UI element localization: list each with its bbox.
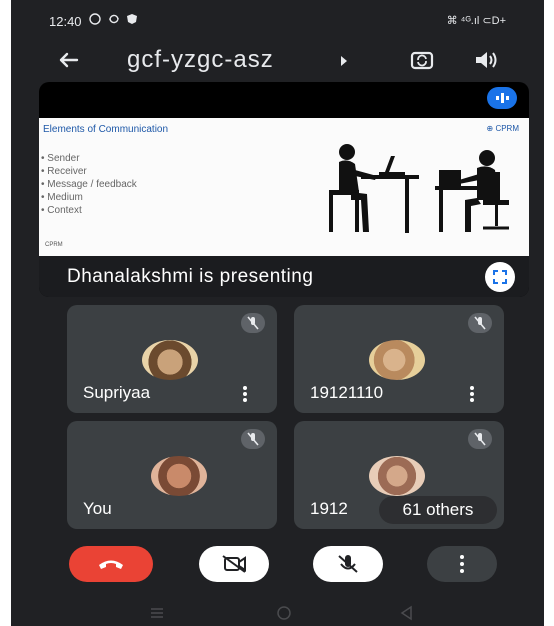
participant-tile[interactable]: Supriyaa: [67, 305, 277, 413]
avatar: [369, 340, 425, 380]
notification-icons: [89, 13, 138, 28]
fullscreen-button[interactable]: [485, 262, 515, 292]
participant-name: 19121110: [310, 383, 384, 402]
slide-bullet: Sender: [41, 152, 137, 165]
mic-off-icon: [247, 316, 259, 330]
slide-illustration-silhouettes: [329, 144, 509, 233]
more-options-icon[interactable]: [243, 386, 247, 402]
meeting-top-bar: gcf-yzgc-asz: [11, 40, 544, 80]
camera-toggle-button[interactable]: [199, 546, 269, 582]
participant-tile[interactable]: You: [67, 421, 277, 529]
others-count-badge[interactable]: 61 others: [379, 496, 497, 524]
avatar: [151, 456, 207, 496]
presenting-banner: Dhanalakshmi is presenting: [39, 256, 529, 297]
mic-off-icon: [474, 316, 486, 330]
mic-off-indicator: [468, 313, 492, 333]
mic-off-icon: [338, 555, 358, 573]
fullscreen-icon: [493, 270, 507, 284]
slide-logo: ⊕ CPRM: [486, 124, 519, 133]
shield-icon: [127, 14, 138, 24]
back-arrow-icon[interactable]: [55, 46, 83, 74]
slide-bullet: Receiver: [41, 165, 137, 178]
avatar: [369, 456, 425, 496]
presentation-indicator-icon: [496, 93, 509, 103]
slide-bullet: Message / feedback: [41, 178, 137, 191]
participant-name: You: [83, 499, 112, 518]
mic-off-indicator: [468, 429, 492, 449]
recents-icon[interactable]: [149, 606, 165, 620]
switch-camera-icon[interactable]: [409, 47, 435, 73]
presentation-panel: Elements of Communication ⊕ CPRM Sender …: [39, 82, 529, 297]
android-nav-bar: [11, 600, 544, 626]
mic-off-icon: [474, 432, 486, 446]
more-options-button[interactable]: [427, 546, 497, 582]
back-nav-icon[interactable]: [399, 605, 415, 621]
slide-footer: CPRM: [45, 242, 63, 248]
hang-up-icon: [99, 560, 123, 569]
avatar: [142, 340, 198, 380]
presenting-label: Dhanalakshmi is presenting: [67, 266, 314, 287]
slide-bullet: Medium: [41, 191, 137, 204]
more-options-icon[interactable]: [470, 386, 474, 402]
status-time: 12:40: [49, 14, 82, 29]
mic-off-indicator: [241, 429, 265, 449]
meeting-details-caret-icon[interactable]: [341, 56, 347, 66]
home-icon[interactable]: [275, 604, 293, 622]
participant-name: Supriyaa: [83, 383, 151, 402]
meeting-code-title[interactable]: gcf-yzgc-asz: [127, 46, 274, 74]
end-call-button[interactable]: [69, 546, 153, 582]
shared-slide: Elements of Communication ⊕ CPRM Sender …: [39, 118, 529, 256]
slide-bullet: Context: [41, 204, 137, 217]
slide-title: Elements of Communication: [43, 124, 169, 135]
sync-icon: [108, 14, 119, 24]
participant-name: 1912: [310, 499, 348, 518]
mic-off-icon: [247, 432, 259, 446]
speaker-icon[interactable]: [473, 48, 499, 72]
presentation-info-button[interactable]: [487, 87, 517, 109]
phone-screen: 12:40 ⌘ ⁴ᴳ.ıl ⊂D+ gcf-yzgc-asz Elements …: [11, 0, 544, 626]
status-right-indicators: ⌘ ⁴ᴳ.ıl ⊂D+: [446, 15, 506, 27]
participant-tile[interactable]: 19121110: [294, 305, 504, 413]
status-bar: 12:40 ⌘ ⁴ᴳ.ıl ⊂D+: [11, 10, 544, 32]
camera-off-icon: [222, 555, 246, 573]
whatsapp-icon: [89, 13, 101, 25]
mic-off-indicator: [241, 313, 265, 333]
more-vert-icon: [460, 555, 464, 573]
slide-bullet-list: Sender Receiver Message / feedback Mediu…: [41, 152, 137, 217]
microphone-toggle-button[interactable]: [313, 546, 383, 582]
